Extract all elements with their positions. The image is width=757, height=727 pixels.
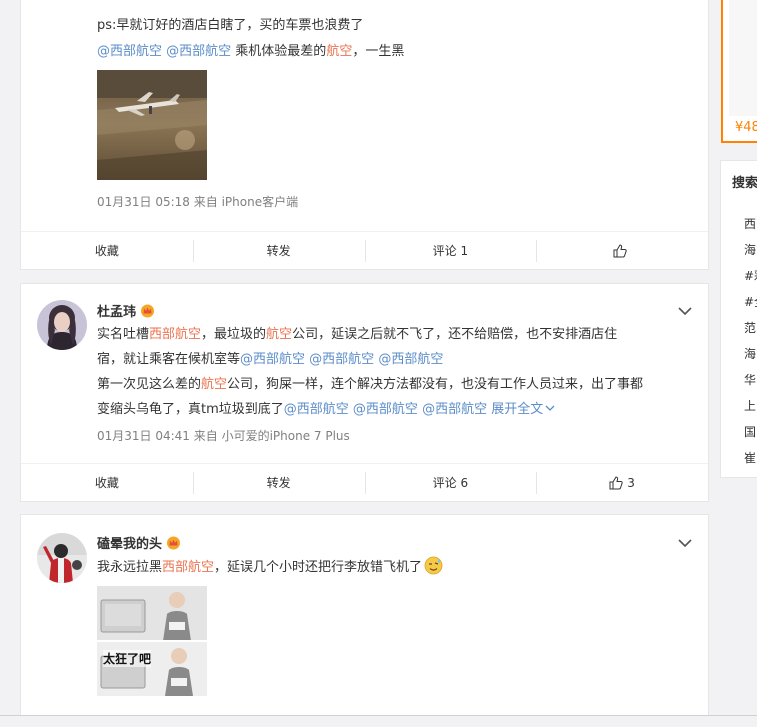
post-photo[interactable] (97, 70, 207, 180)
sidebar-ad[interactable]: ¥48 (721, 0, 757, 143)
favorite-button[interactable]: 收藏 (21, 464, 193, 501)
chevron-down-icon (545, 405, 555, 411)
username[interactable]: 杜孟玮 (97, 301, 155, 320)
ad-price: ¥48 (735, 120, 757, 135)
forward-button[interactable]: 转发 (192, 232, 365, 269)
post-text-line: 实名吐槽西部航空，最垃圾的航空公司，延误之后就不飞了，还不给赔偿，也不安排酒店住 (97, 327, 618, 342)
mention-link[interactable]: @西部航空 (284, 402, 349, 417)
post-text-line: ps:早就订好的酒店白瞎了，买的车票也浪费了 (97, 18, 364, 33)
mention-link[interactable]: @西部航空 (240, 352, 305, 367)
vip-crown-icon (141, 304, 155, 318)
post-text-line: 宿，就让乘客在候机室等@西部航空 @西部航空 @西部航空 (97, 352, 444, 367)
hot-search-item[interactable]: #彩 (744, 267, 757, 284)
thumbs-up-icon (609, 475, 623, 489)
chevron-down-icon[interactable] (678, 538, 692, 548)
post-timestamp: 01月31日 05:18 来自 iPhone客户端 (97, 195, 299, 209)
mention-link[interactable]: @西部航空 (309, 352, 374, 367)
avatar[interactable] (37, 300, 87, 350)
like-button[interactable]: 3 (536, 464, 708, 501)
hot-search-item[interactable]: 西 (744, 215, 756, 232)
mention-link[interactable]: @西部航空 (422, 402, 487, 417)
username[interactable]: 磕晕我的头 (97, 533, 181, 552)
mention-link[interactable]: @西部航空 (166, 44, 231, 59)
ad-image (729, 0, 757, 116)
keyword-highlight: 西部航空 (162, 560, 215, 575)
action-bar: 收藏 转发 评论 6 3 (21, 463, 708, 501)
post-timestamp: 01月31日 04:41 来自 小可爱的iPhone 7 Plus (97, 429, 350, 443)
like-count: 3 (627, 475, 635, 490)
hot-search-item[interactable]: 海 (744, 345, 756, 362)
hot-search-item[interactable]: 上 (744, 397, 756, 414)
mention-link[interactable]: @西部航空 (378, 352, 443, 367)
mention-link[interactable]: @西部航空 (353, 402, 418, 417)
feed-card: 磕晕我的头 我永远拉黑西部航空，延误几个小时还把行李放错飞机了 太狂了吧 (20, 514, 709, 727)
keyword-highlight: 航空 (266, 327, 293, 342)
keyword-highlight: 航空 (201, 377, 228, 392)
sweat-smile-emoji-icon (424, 556, 443, 575)
mention-link[interactable]: @西部航空 (97, 44, 162, 59)
post-text-line: @西部航空 @西部航空 乘机体验最差的航空，一生黑 (97, 44, 405, 59)
post-meme-image[interactable]: 太狂了吧 (97, 586, 207, 696)
hot-search-title: 搜索 (732, 176, 757, 191)
comment-button[interactable]: 评论 6 (364, 464, 537, 501)
expand-full-text-link[interactable]: 展开全文 (491, 402, 555, 417)
hot-search-item[interactable]: 国 (744, 423, 756, 440)
keyword-highlight: 西部航空 (149, 327, 202, 342)
post-text-line: 第一次见这么差的航空公司，狗屎一样，连个解决方法都没有，也没有工作人员过来，出了… (97, 377, 644, 392)
vip-crown-icon (167, 536, 181, 550)
hot-search-item[interactable]: 范 (744, 319, 756, 336)
post-text-line: 变缩头乌龟了，真tm垃圾到底了@西部航空 @西部航空 @西部航空 展开全文 (97, 397, 555, 422)
feed-card: ps:早就订好的酒店白瞎了，买的车票也浪费了 @西部航空 @西部航空 乘机体验最… (20, 0, 709, 270)
like-button[interactable] (536, 232, 708, 269)
hot-search-item[interactable]: 海 (744, 241, 756, 258)
keyword-highlight: 航空 (326, 44, 353, 59)
hot-search-panel: 搜索 西 海 #彩 #全 范 海 华 上 国 崔 (720, 160, 757, 478)
action-bar: 收藏 转发 评论 1 (21, 231, 708, 269)
hot-search-item[interactable]: #全 (744, 293, 757, 310)
thumbs-up-icon (613, 243, 627, 257)
post-text-line: 我永远拉黑西部航空，延误几个小时还把行李放错飞机了 (97, 555, 443, 580)
hot-search-item[interactable]: 华 (744, 371, 756, 388)
comment-button[interactable]: 评论 1 (364, 232, 537, 269)
avatar[interactable] (37, 533, 87, 583)
meme-caption: 太狂了吧 (103, 650, 152, 667)
favorite-button[interactable]: 收藏 (21, 232, 193, 269)
hot-search-item[interactable]: 崔 (744, 449, 756, 466)
bottom-bar (0, 715, 757, 727)
forward-button[interactable]: 转发 (192, 464, 365, 501)
chevron-down-icon[interactable] (678, 306, 692, 316)
feed-card: 杜孟玮 实名吐槽西部航空，最垃圾的航空公司，延误之后就不飞了，还不给赔偿，也不安… (20, 283, 709, 502)
